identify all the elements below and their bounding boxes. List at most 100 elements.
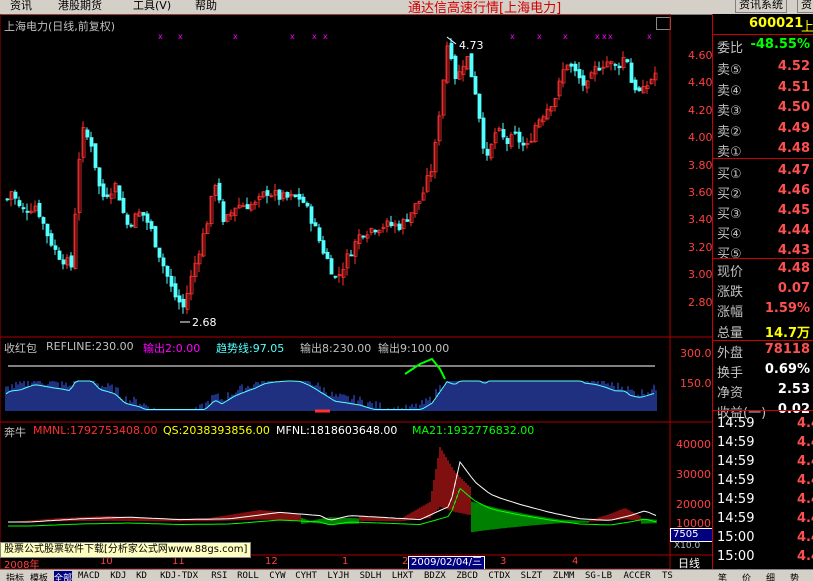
quote-tab-bi[interactable]: 笔 [718, 571, 727, 581]
menu-item-help[interactable]: 帮助 [195, 0, 217, 13]
candle-body [317, 227, 322, 242]
tick-time: 14:59 [717, 454, 755, 469]
quote-tab-shi[interactable]: 势 [790, 571, 799, 581]
candle-body [101, 183, 106, 197]
indicator-tab-accer[interactable]: ACCER [624, 571, 651, 581]
signal-marker: x [178, 32, 183, 41]
candle-body [469, 53, 474, 78]
candle-body [517, 131, 522, 143]
menu-item-hk-futures[interactable]: 港股期货 [58, 0, 102, 13]
price-tick-label: 3.00 [688, 268, 713, 282]
indicator2-qs: QS:2038393856.00 [163, 424, 270, 437]
indicator-tab-全部[interactable]: 全部 [54, 571, 73, 581]
candle-body [501, 129, 506, 138]
indicator-tab-模板[interactable]: 模板 [30, 571, 48, 581]
candle-body [277, 189, 282, 200]
candle-body [49, 233, 54, 246]
stat-1-value: 0.07 [777, 281, 810, 297]
sell-level-4: 卖④ 4.51 [713, 79, 813, 99]
time-axis-month-1: 1 [342, 556, 349, 567]
indicator-tab-slzt[interactable]: SLZT [521, 571, 543, 581]
indicator-tab-macd[interactable]: MACD [78, 571, 100, 581]
news-button-2[interactable]: 资 [797, 0, 813, 13]
quote-panel: 600021 上 委比 -48.55% 卖⑤ 4.52 卖④ 4.51 卖③ 4.50 卖②… [712, 14, 813, 569]
tick-time: 14:59 [717, 435, 755, 450]
candle-body [633, 79, 638, 91]
tick-price: 4.4 [796, 549, 813, 564]
menu-item-tools[interactable]: 工具(V) [133, 0, 171, 13]
price-tick-label: 4.60 [688, 49, 713, 62]
tick-time: 14:59 [717, 416, 755, 431]
cursor-date: 2009/02/04/三 [408, 556, 486, 570]
trading-app-window: 资讯 港股期货 工具(V) 帮助 通达信高速行情[上海电力] 资讯系统 资 上海… [0, 0, 813, 581]
news-system-button[interactable]: 资讯系统 [735, 0, 787, 13]
candle-body [117, 185, 122, 201]
indicator-tab-bdzx[interactable]: BDZX [424, 571, 446, 581]
indicator-tab-roll[interactable]: ROLL [237, 571, 259, 581]
candle-body [321, 240, 326, 254]
signal-marker: x [647, 32, 652, 41]
signal-marker: x [602, 32, 607, 41]
indicator1-out2: 输出2:0.00 [143, 342, 201, 355]
candle-body [301, 196, 306, 203]
indicator-tab-kdj-tdx[interactable]: KDJ-TDX [160, 571, 198, 581]
buy-level-1: 买① 4.47 [713, 162, 813, 182]
indicator-tab-ctdx[interactable]: CTDX [488, 571, 510, 581]
quote-tab-xi[interactable]: 细 [766, 571, 775, 581]
stat-0-value: 4.48 [777, 261, 810, 276]
signal-marker: x [608, 32, 613, 41]
quote-header: 600021 上 [713, 14, 813, 35]
indicator-tab-kd[interactable]: KD [136, 571, 147, 581]
tick-price: 4.4 [796, 416, 813, 431]
candle-body [181, 298, 186, 308]
signal-marker: x [563, 32, 568, 41]
candle-body [97, 167, 102, 187]
candle-body [397, 223, 402, 230]
tick-row: 14:59 4.4 [713, 453, 813, 471]
candle-body [129, 224, 134, 227]
indicator-tab-sg-lb[interactable]: SG-LB [585, 571, 612, 581]
sell-level-5: 卖⑤ 4.52 [713, 58, 813, 78]
indicator-tab-rsi[interactable]: RSI [211, 571, 227, 581]
candle-body [145, 213, 150, 223]
indicator-tab-bar: 指标 模板 全部 MACD KDJ KD KDJ-TDX RSI ROLL CYW CYHT LYJH… [0, 569, 813, 581]
stat-1: 涨跌 0.07 [713, 280, 813, 300]
indicator-tab-cyw[interactable]: CYW [269, 571, 285, 581]
mfnl-line [8, 460, 657, 523]
tick-time: 14:59 [717, 492, 755, 507]
candle-body [329, 258, 334, 275]
candle-body [481, 117, 486, 149]
tick-time: 15:00 [717, 549, 755, 564]
quote-tab-jia[interactable]: 价 [742, 571, 751, 581]
price-tick-label: 3.80 [688, 158, 713, 172]
indicator-tab-lyjh[interactable]: LYJH [327, 571, 349, 581]
indicator-tab-kdj[interactable]: KDJ [110, 571, 126, 581]
candle-body [17, 200, 22, 207]
chart-canvas[interactable]: 4.732.68x x x x x x x x x x x x x [0, 14, 712, 569]
sell-level-4-value: 4.51 [777, 79, 810, 95]
sell-level-2-label: 卖② [717, 124, 742, 140]
indicator-tab-cyht[interactable]: CYHT [295, 571, 317, 581]
tick-price: 4.4 [796, 511, 813, 526]
stat-4-value: 78118 [764, 341, 810, 357]
candle-body [165, 265, 170, 277]
ad-banner[interactable]: 股票公式股票软件下载[分析家公式网www.88gs.com] [0, 542, 252, 558]
menu-item-news[interactable]: 资讯 [10, 0, 32, 13]
quote-divider [713, 158, 813, 159]
indicator-tab-zlmm[interactable]: ZLMM [553, 571, 575, 581]
candle-body [449, 42, 454, 59]
stat-3-value: 14.7万 [764, 325, 810, 341]
indicator2-current-value: 7505 [670, 528, 714, 542]
sell-level-1: 卖① 4.48 [713, 140, 813, 160]
time-axis-month-3: 3 [500, 556, 507, 567]
indicator-tab-lhxt[interactable]: LHXT [392, 571, 414, 581]
quote-divider [713, 340, 813, 341]
candle-body [453, 55, 458, 79]
indicator-tab-指标[interactable]: 指标 [6, 571, 24, 581]
price-tick-label: 4.20 [688, 103, 713, 117]
indicator-tab-zbcd[interactable]: ZBCD [456, 571, 478, 581]
indicator-tab-ts[interactable]: TS [662, 571, 673, 581]
indicator-tab-sdlh[interactable]: SDLH [360, 571, 382, 581]
candle-body [37, 202, 42, 217]
time-axis-month-12: 12 [265, 556, 278, 567]
